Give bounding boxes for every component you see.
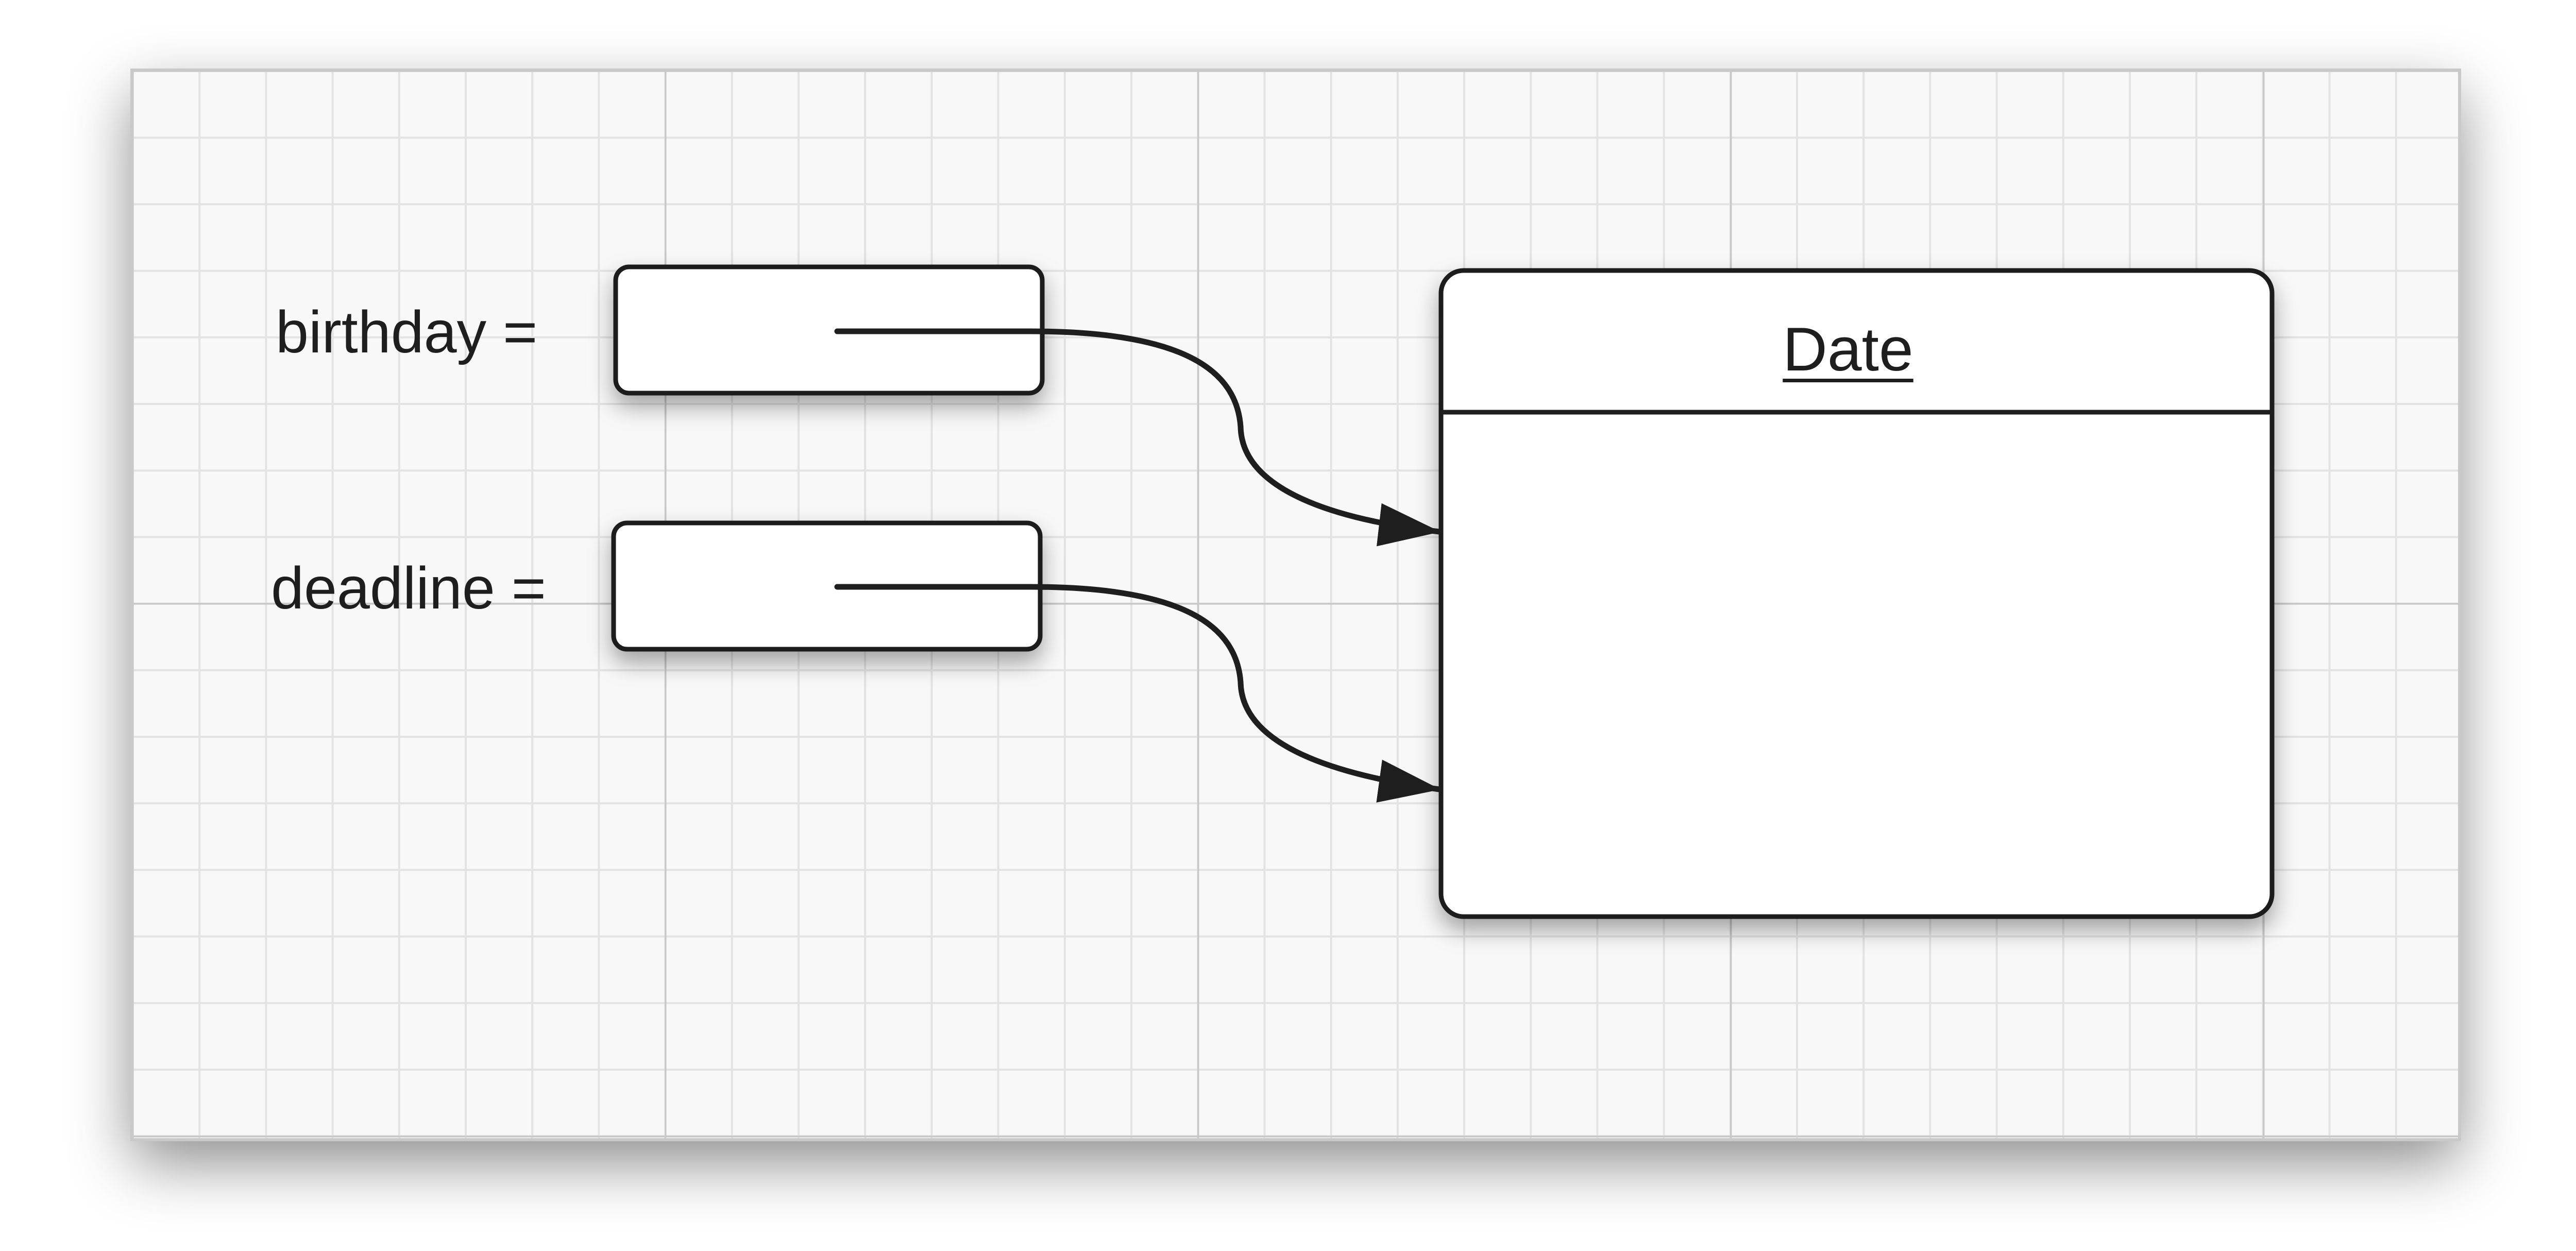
date-class-name: Date [1783,315,1913,384]
diagram-canvas: birthday = deadline = Date [0,0,2576,1251]
birthday-variable-label: birthday = [276,299,538,365]
object-reference-diagram [130,69,2461,1141]
deadline-variable-label: deadline = [271,555,546,621]
